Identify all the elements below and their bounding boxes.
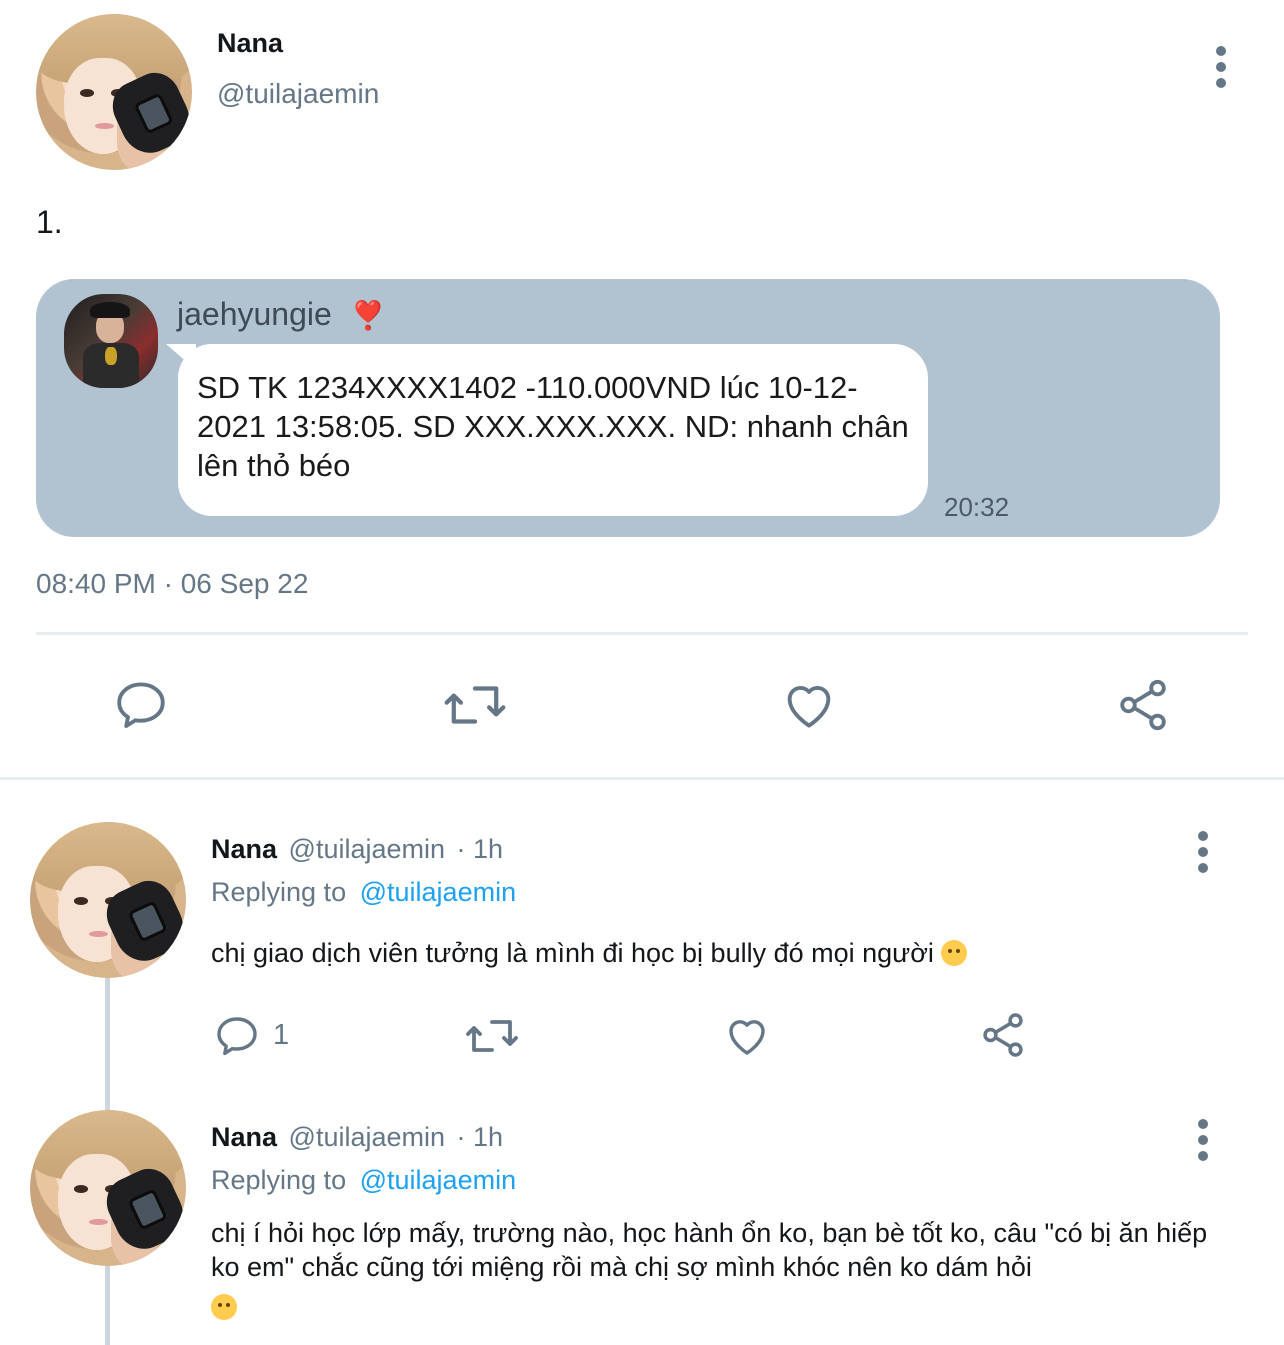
- message-body: SD TK 1234XXXX1402 -110.000VND lúc 10-12…: [197, 370, 909, 483]
- crying-face-emoji: [941, 940, 968, 966]
- replying-to: Replying to @tuilajaemin: [211, 1165, 516, 1196]
- thread-line: [105, 1264, 110, 1345]
- reply-age: · 1h: [456, 1122, 504, 1152]
- reply-author-handle[interactable]: @tuilajaemin: [289, 834, 445, 864]
- disappointed-face-emoji: [211, 1294, 237, 1320]
- more-options-icon[interactable]: [1196, 1119, 1210, 1167]
- reply-text: chị giao dịch viên tưởng là mình đi học …: [211, 936, 1211, 970]
- replying-to-handle[interactable]: @tuilajaemin: [360, 877, 516, 907]
- reply-author-name[interactable]: Nana: [211, 1122, 277, 1152]
- reply-icon[interactable]: [112, 676, 170, 734]
- reply-avatar[interactable]: [30, 1110, 186, 1266]
- post-timestamp[interactable]: 08:40 PM · 06 Sep 22: [36, 568, 308, 600]
- replying-to: Replying to @tuilajaemin: [211, 877, 516, 908]
- like-icon[interactable]: [779, 676, 839, 734]
- author-name[interactable]: Nana: [217, 28, 283, 59]
- reply-age: · 1h: [456, 834, 504, 864]
- divider: [36, 632, 1248, 635]
- more-options-icon[interactable]: [1214, 46, 1228, 94]
- retweet-icon[interactable]: [464, 1012, 520, 1060]
- replying-to-label: Replying to: [211, 877, 347, 907]
- message-sender-name-text: jaehyungie: [177, 296, 332, 332]
- replying-to-handle[interactable]: @tuilajaemin: [360, 1165, 516, 1195]
- reply-avatar[interactable]: [30, 822, 186, 978]
- author-handle[interactable]: @tuilajaemin: [217, 78, 379, 110]
- message-time: 20:32: [944, 492, 1010, 522]
- reply-icon[interactable]: [213, 1012, 261, 1060]
- thread-line: [105, 976, 110, 1110]
- retweet-icon[interactable]: [442, 676, 508, 734]
- reply-text: chị í hỏi học lớp mấy, trường nào, học h…: [211, 1216, 1211, 1324]
- heart-exclamation-emoji: ❣️: [350, 300, 386, 331]
- post-text: 1.: [36, 204, 63, 240]
- author-avatar[interactable]: [36, 14, 192, 170]
- reply-body: chị í hỏi học lớp mấy, trường nào, học h…: [211, 1218, 1208, 1282]
- reply-author-name[interactable]: Nana: [211, 834, 277, 864]
- reply-body: chị giao dịch viên tưởng là mình đi học …: [211, 938, 934, 968]
- reply-count: 1: [273, 1019, 290, 1051]
- reply-author-handle[interactable]: @tuilajaemin: [289, 1122, 445, 1152]
- share-icon[interactable]: [978, 1010, 1028, 1060]
- message-sender-avatar: [64, 294, 158, 388]
- more-options-icon[interactable]: [1196, 831, 1210, 879]
- reply-header: Nana @tuilajaemin · 1h: [211, 1122, 503, 1153]
- replying-to-label: Replying to: [211, 1165, 347, 1195]
- like-icon[interactable]: [722, 1012, 772, 1060]
- share-icon[interactable]: [1114, 676, 1172, 734]
- reply-header: Nana @tuilajaemin · 1h: [211, 834, 503, 865]
- section-divider: [0, 777, 1284, 780]
- message-sender-name: jaehyungie ❣️: [177, 296, 386, 333]
